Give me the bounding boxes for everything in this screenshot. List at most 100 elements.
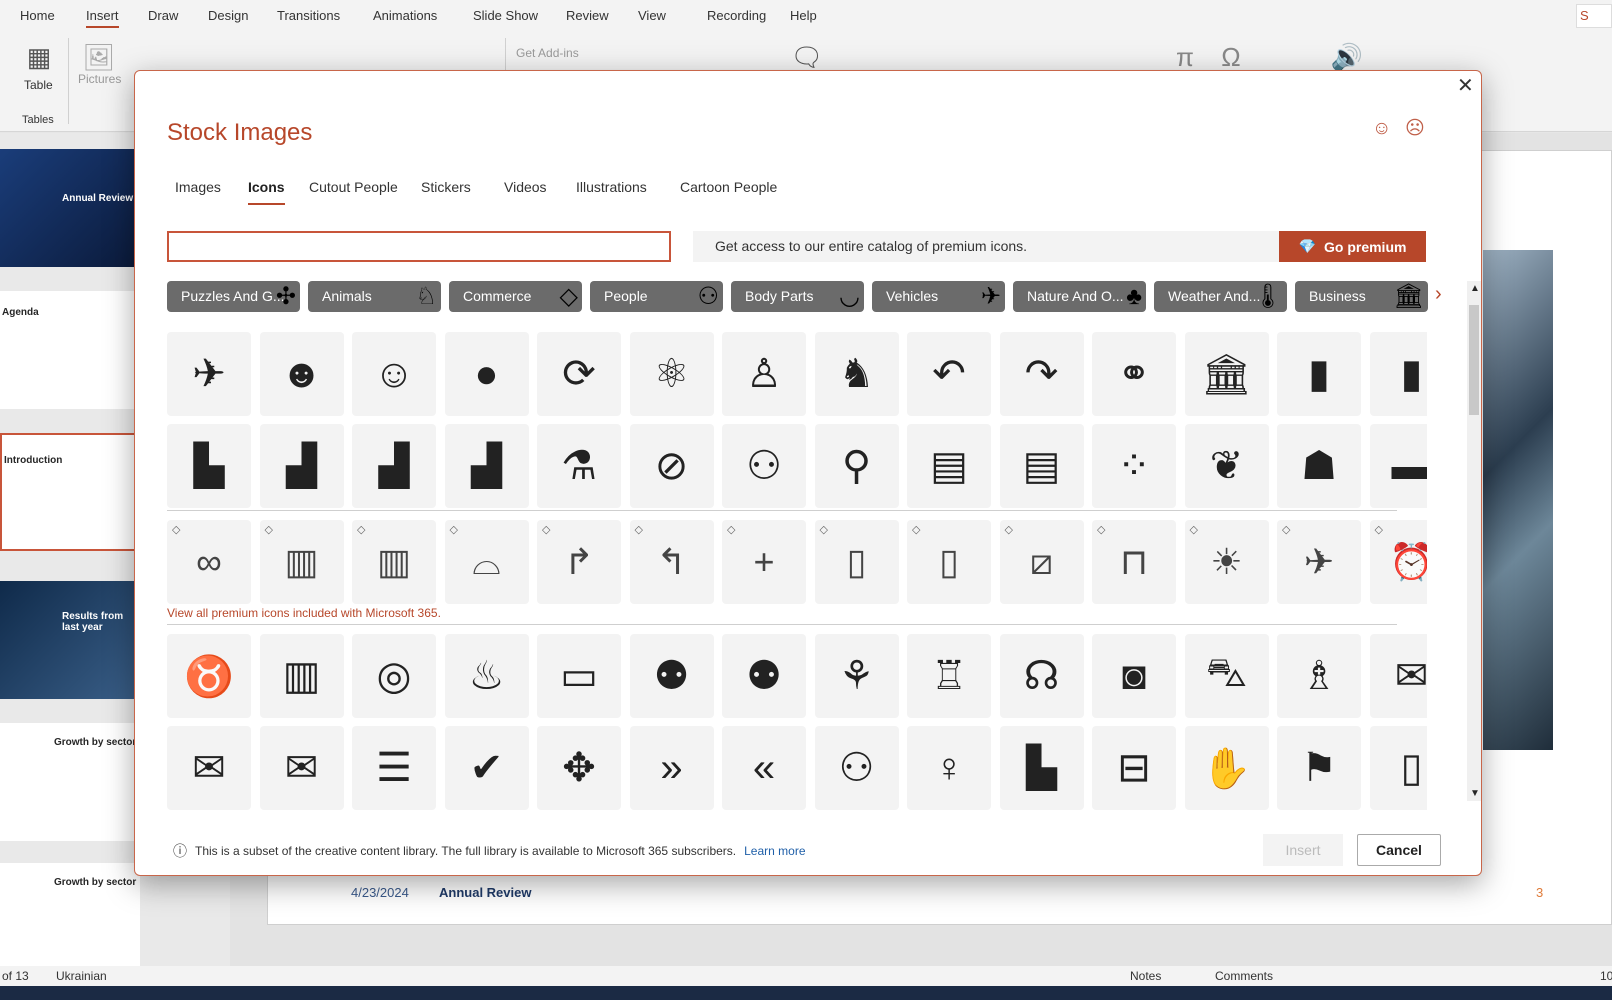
- icon-tile-check[interactable]: ✔: [444, 726, 529, 810]
- icon-tile-brain[interactable]: ❦: [1184, 424, 1269, 508]
- icon-tile-chart-up[interactable]: ▟: [352, 424, 436, 508]
- icon-tile-arrow-left[interactable]: ◇ ↰: [629, 520, 714, 604]
- icon-tile-alarm-clock[interactable]: ◇ ⏰: [1369, 520, 1427, 604]
- icon-tile-group[interactable]: ⚇: [814, 726, 899, 810]
- icon-tile-person-balloon[interactable]: ♀: [907, 726, 991, 810]
- comment-icon[interactable]: 🗨: [790, 40, 824, 74]
- icon-tile-abacus[interactable]: ◇ ▥: [352, 520, 436, 604]
- icon-tile-baby[interactable]: ♙: [722, 332, 806, 416]
- scroll-thumb[interactable]: [1469, 305, 1479, 415]
- category-chip[interactable]: People ⚇: [590, 281, 723, 312]
- icon-tile-chat[interactable]: ✉: [259, 726, 344, 810]
- icon-tile-bar-chart[interactable]: ▮: [1369, 332, 1427, 416]
- insert-button[interactable]: Insert: [1263, 834, 1343, 866]
- icon-tile-city[interactable]: ▙: [999, 726, 1084, 810]
- get-addins-button[interactable]: Get Add-ins: [516, 46, 579, 60]
- close-icon[interactable]: ✕: [1457, 73, 1474, 98]
- icon-tile-checklist[interactable]: ☰: [352, 726, 436, 810]
- icon-tile-contact-book[interactable]: ◇ ▯: [814, 520, 899, 604]
- category-chip[interactable]: Animals ♘: [308, 281, 441, 312]
- icon-tile-smiley-outline[interactable]: ☺: [352, 332, 436, 416]
- category-chip[interactable]: Nature And O... ♣: [1013, 281, 1146, 312]
- category-chip[interactable]: Vehicles ✈: [872, 281, 1005, 312]
- icon-tile-people-chart[interactable]: ⚉: [722, 634, 806, 718]
- icon-tile-dots[interactable]: ⁘: [1092, 424, 1176, 508]
- ribbon-tab-design[interactable]: Design: [208, 8, 248, 23]
- icon-tile-weightlifter[interactable]: ⚲: [814, 424, 899, 508]
- icon-tile-refresh[interactable]: ⟳: [537, 332, 621, 416]
- icon-tile-3d-glasses[interactable]: ◇ ∞: [167, 520, 251, 604]
- icon-tile-fast-food[interactable]: ♨: [444, 634, 529, 718]
- category-chip[interactable]: Body Parts ◡: [731, 281, 864, 312]
- zoom-level[interactable]: 10: [1600, 969, 1612, 983]
- icon-tile-chat[interactable]: ✉: [1369, 634, 1427, 718]
- icon-tile-plus[interactable]: ◇ +: [722, 520, 806, 604]
- icon-tile-people-chart[interactable]: ⚉: [629, 634, 714, 718]
- cancel-button[interactable]: Cancel: [1357, 834, 1441, 866]
- scroll-down-icon[interactable]: ▼: [1470, 788, 1480, 799]
- icon-tile-apple[interactable]: ●: [444, 332, 529, 416]
- icon-tile-atom[interactable]: ⚛: [629, 332, 714, 416]
- icon-tile-car[interactable]: ⛍: [1184, 634, 1269, 718]
- tab-images[interactable]: Images: [175, 179, 221, 195]
- ribbon-tab-animations[interactable]: Animations: [373, 8, 437, 23]
- table-icon[interactable]: ▦: [22, 40, 56, 74]
- icon-tile-crawling-baby[interactable]: ♞: [814, 332, 899, 416]
- icon-tile-clapperboard[interactable]: ⊟: [1092, 726, 1176, 810]
- icon-tile-books[interactable]: ▤: [907, 424, 991, 508]
- scrollbar[interactable]: ▲ ▼: [1467, 281, 1481, 801]
- tab-illustrations[interactable]: Illustrations: [576, 179, 647, 195]
- tab-cutout-people[interactable]: Cutout People: [309, 179, 398, 195]
- slide-thumb-4[interactable]: Results from last year: [0, 581, 140, 699]
- ribbon-tab-help[interactable]: Help: [790, 8, 817, 23]
- ribbon-tab-insert[interactable]: Insert: [86, 8, 119, 28]
- view-premium-icons-link[interactable]: View all premium icons included with Mic…: [167, 606, 441, 620]
- ribbon-tab-home[interactable]: Home: [20, 8, 55, 23]
- tab-videos[interactable]: Videos: [504, 179, 547, 195]
- pi-equation-icon[interactable]: π: [1168, 40, 1202, 74]
- slide-thumb-3[interactable]: Introduction: [0, 433, 140, 551]
- icon-tile-meeting[interactable]: ⚇: [722, 424, 806, 508]
- category-chip[interactable]: Puzzles And G... ✣: [167, 281, 300, 312]
- smile-feedback-icon[interactable]: ☺: [1372, 119, 1392, 139]
- icon-tile-briefcase[interactable]: ▬: [1369, 424, 1427, 508]
- icon-tile-hands-together[interactable]: ✥: [537, 726, 621, 810]
- icon-tile-chart-up[interactable]: ▟: [259, 424, 344, 508]
- audio-icon[interactable]: 🔊: [1330, 40, 1364, 74]
- icon-tile-abacus[interactable]: ◇ ▥: [259, 520, 344, 604]
- ribbon-tab-slide-show[interactable]: Slide Show: [473, 8, 538, 23]
- chevron-right-icon[interactable]: ›: [1435, 283, 1442, 306]
- icon-tile-building[interactable]: ▥: [259, 634, 344, 718]
- icon-tile-butterfly[interactable]: ⚘: [814, 634, 899, 718]
- icon-tile-cat[interactable]: ♗: [1277, 634, 1361, 718]
- ribbon-tab-review[interactable]: Review: [566, 8, 609, 23]
- pictures-icon[interactable]: 🖼: [82, 40, 116, 74]
- icon-tile-bank[interactable]: 🏛: [1184, 332, 1269, 416]
- tab-icons[interactable]: Icons: [248, 179, 285, 205]
- icon-tile-teacher[interactable]: ⚑: [1277, 726, 1361, 810]
- slide-thumb-1[interactable]: Annual Review: [0, 149, 140, 267]
- icon-tile-billboard[interactable]: ◇ ⊓: [1092, 520, 1176, 604]
- ribbon-tab-draw[interactable]: Draw: [148, 8, 178, 23]
- ribbon-tab-view[interactable]: View: [638, 8, 666, 23]
- comments-button[interactable]: Comments: [1215, 969, 1273, 983]
- frown-feedback-icon[interactable]: ☹: [1405, 119, 1425, 139]
- icon-tile-head-brain[interactable]: ☗: [1277, 424, 1361, 508]
- category-chip[interactable]: Commerce ◇: [449, 281, 582, 312]
- omega-symbol-icon[interactable]: Ω: [1214, 40, 1248, 74]
- icon-tile-dinosaur[interactable]: ♉: [167, 634, 251, 718]
- icon-tile-chat[interactable]: ✉: [167, 726, 251, 810]
- icon-tile-target[interactable]: ◎: [352, 634, 436, 718]
- icon-tile-airplane[interactable]: ✈: [167, 332, 251, 416]
- notes-button[interactable]: Notes: [1130, 969, 1161, 983]
- slide-thumb-6[interactable]: Growth by sector: [0, 863, 140, 981]
- icon-tile-chart-up[interactable]: ▟: [444, 424, 529, 508]
- ribbon-tab-transitions[interactable]: Transitions: [277, 8, 340, 23]
- icon-tile-contact-book[interactable]: ◇ ▯: [907, 520, 991, 604]
- slide-thumb-2[interactable]: Agenda: [0, 291, 140, 409]
- language[interactable]: Ukrainian: [56, 969, 107, 983]
- tab-stickers[interactable]: Stickers: [421, 179, 471, 195]
- category-chip[interactable]: Business 🏛: [1295, 281, 1428, 312]
- ribbon-tab-recording[interactable]: Recording: [707, 8, 766, 23]
- icon-tile-books[interactable]: ▤: [999, 424, 1084, 508]
